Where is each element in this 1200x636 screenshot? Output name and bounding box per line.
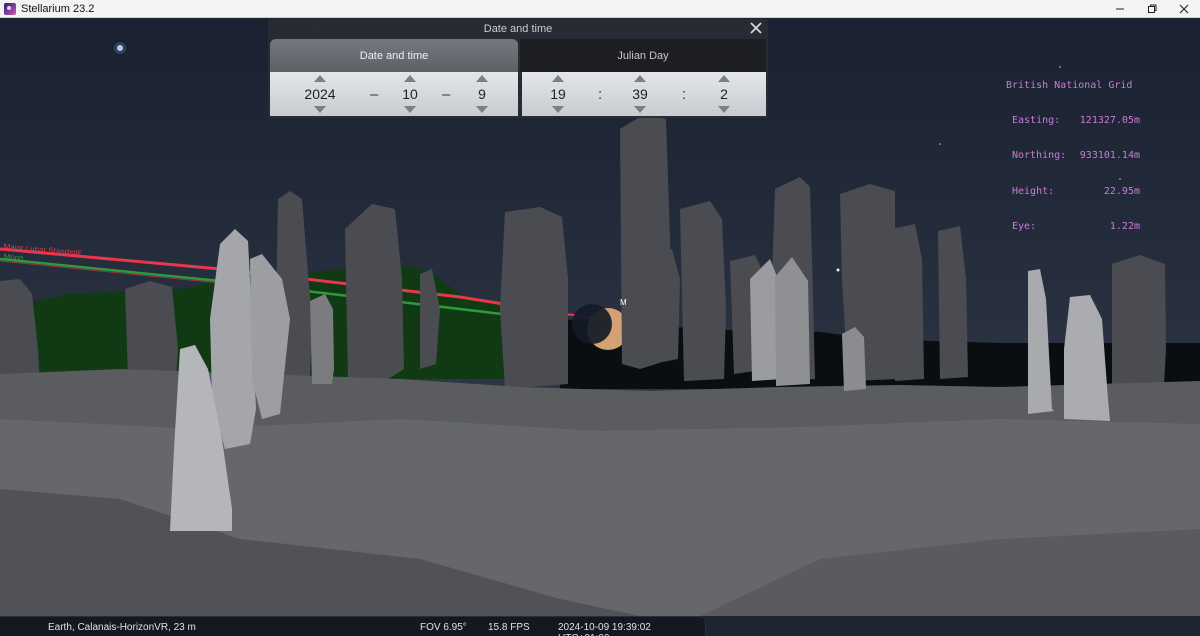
year-value[interactable]: 2024 — [304, 86, 335, 102]
grid-title: British National Grid — [1006, 79, 1133, 91]
date-panel: 2024 – 10 – 9 — [270, 72, 518, 116]
grid-row-easting: Easting: 121327.05m — [1004, 115, 1140, 127]
time-panel: 19 : 39 : 2 — [522, 72, 766, 116]
year-increment-button[interactable] — [314, 75, 326, 82]
grid-row-value: 121327.05m — [1079, 114, 1140, 126]
window-controls — [1104, 0, 1200, 18]
star — [114, 42, 126, 54]
star — [836, 268, 840, 272]
month-increment-button[interactable] — [404, 75, 416, 82]
title-bar: Stellarium 23.2 — [0, 0, 1200, 18]
date-separator: – — [370, 86, 379, 103]
grid-row-label: Height: — [1012, 185, 1055, 197]
close-icon — [1179, 4, 1189, 14]
day-spinner: 9 — [470, 72, 494, 116]
grid-coordinates-overlay: British National Grid Easting: 121327.05… — [1004, 56, 1140, 257]
hour-value[interactable]: 19 — [550, 86, 566, 102]
moon-line-label: Moon — [3, 252, 24, 263]
minimize-button[interactable] — [1104, 0, 1136, 18]
minute-decrement-button[interactable] — [634, 106, 646, 113]
stellarium-logo-icon — [4, 2, 16, 15]
moon-marker-label: M — [620, 298, 627, 307]
grid-row-height: Height: 22.95m — [1004, 186, 1140, 198]
minute-increment-button[interactable] — [634, 75, 646, 82]
year-spinner: 2024 — [302, 72, 338, 116]
grid-row-label: Easting: — [1012, 114, 1061, 126]
grid-row-value: 22.95m — [1103, 185, 1140, 197]
grid-row-eye: Eye: 1.22m — [1004, 221, 1140, 233]
grid-row-label: Eye: — [1012, 221, 1037, 233]
day-decrement-button[interactable] — [476, 106, 488, 113]
day-value[interactable]: 9 — [478, 86, 486, 102]
hour-increment-button[interactable] — [552, 75, 564, 82]
hour-decrement-button[interactable] — [552, 106, 564, 113]
grid-row-value: 1.22m — [1109, 221, 1140, 233]
hour-spinner: 19 — [546, 72, 570, 116]
status-bar: Earth, Calanais-HorizonVR, 23 m FOV 6.95… — [0, 616, 706, 636]
day-increment-button[interactable] — [476, 75, 488, 82]
stellarium-window: Stellarium 23.2 Major Lunar Standstill M… — [0, 0, 1200, 636]
window-title: Stellarium 23.2 — [21, 2, 95, 15]
minute-spinner: 39 — [628, 72, 652, 116]
close-icon — [750, 22, 762, 34]
grid-row-value: 933101.14m — [1079, 150, 1140, 162]
fps-readout: 15.8 FPS — [488, 622, 530, 633]
date-separator: – — [442, 86, 451, 103]
second-spinner: 2 — [712, 72, 736, 116]
tab-date-and-time[interactable]: Date and time — [270, 39, 518, 72]
second-increment-button[interactable] — [718, 75, 730, 82]
datetime-readout[interactable]: 2024-10-09 19:39:02 UTC+01:00 — [558, 622, 705, 636]
moon-line — [0, 260, 221, 284]
second-value[interactable]: 2 — [720, 86, 728, 102]
star — [939, 143, 941, 145]
month-spinner: 10 — [398, 72, 422, 116]
location-readout[interactable]: Earth, Calanais-HorizonVR, 23 m — [48, 622, 196, 633]
dialog-close-button[interactable] — [748, 20, 764, 36]
year-decrement-button[interactable] — [314, 106, 326, 113]
fov-readout: FOV 6.95° — [420, 622, 467, 633]
restore-button[interactable] — [1136, 0, 1168, 18]
dialog-title: Date and time — [483, 23, 553, 35]
minute-value[interactable]: 39 — [632, 86, 648, 102]
time-separator: : — [682, 86, 687, 103]
restore-icon — [1148, 4, 1157, 13]
month-decrement-button[interactable] — [404, 106, 416, 113]
date-time-dialog: Date and time Date and time Julian Day 2… — [268, 19, 768, 118]
tab-julian-day[interactable]: Julian Day — [520, 39, 766, 72]
grid-row-northing: Northing: 933101.14m — [1004, 150, 1140, 162]
second-decrement-button[interactable] — [718, 106, 730, 113]
time-separator: : — [598, 86, 603, 103]
grid-row-label: Northing: — [1012, 150, 1067, 162]
close-window-button[interactable] — [1168, 0, 1200, 18]
minimize-icon — [1116, 8, 1124, 10]
month-value[interactable]: 10 — [402, 86, 418, 102]
